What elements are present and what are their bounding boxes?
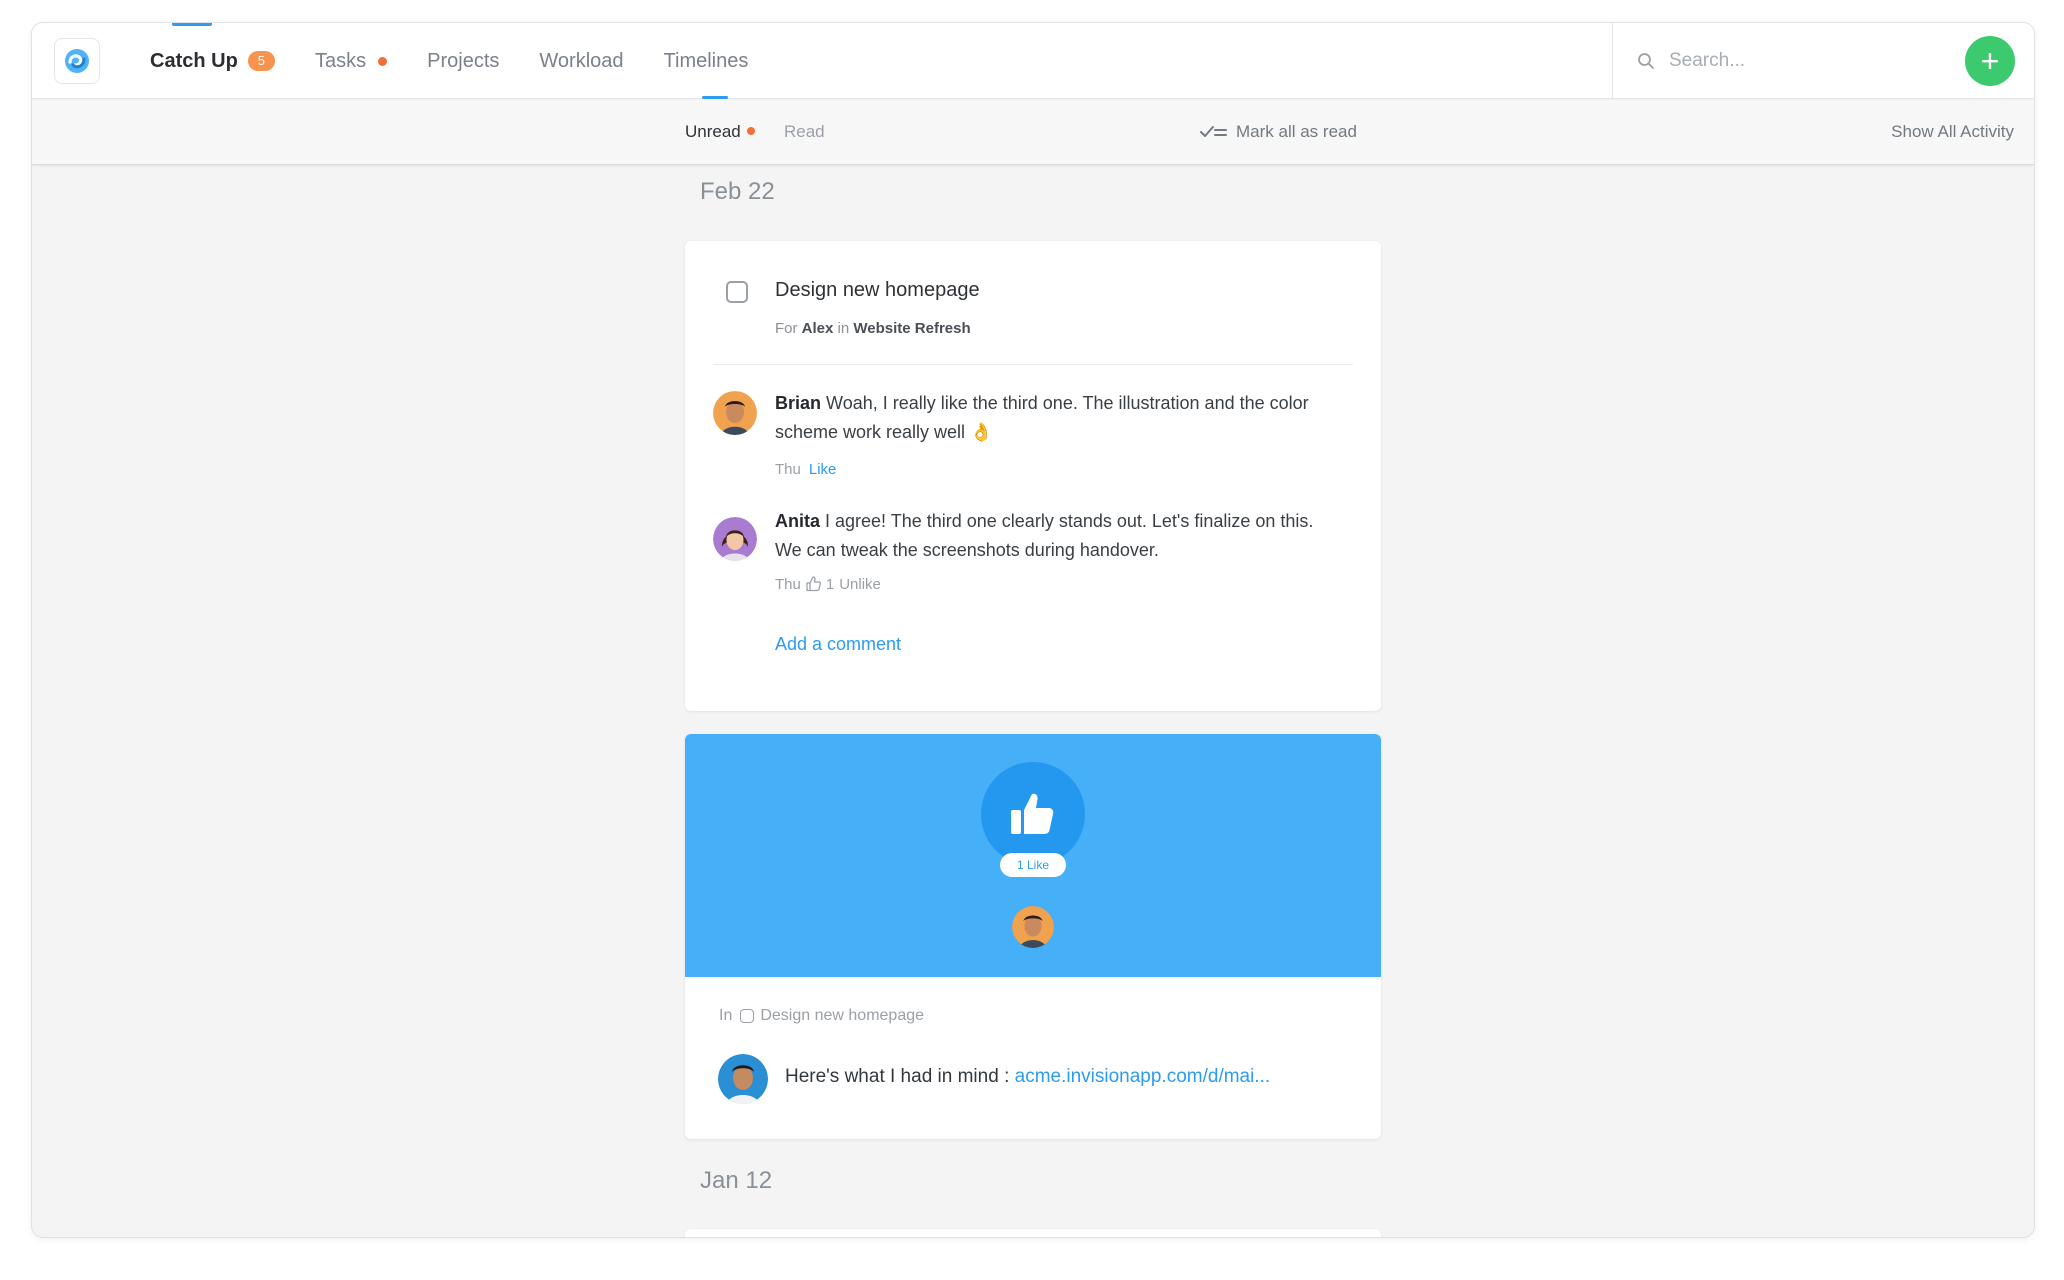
tab-timelines[interactable]: Timelines xyxy=(664,23,749,99)
in-label: In xyxy=(719,1007,733,1024)
tab-tasks-label: Tasks xyxy=(315,49,367,72)
mark-all-read-label: Mark all as read xyxy=(1236,122,1357,141)
user-avatar-icon xyxy=(1012,906,1054,948)
comment-author[interactable]: Brian xyxy=(775,393,821,413)
like-count-pill: 1 Like xyxy=(1000,853,1066,877)
filter-unread-label: Unread xyxy=(685,122,741,141)
tasks-notification-dot xyxy=(378,56,388,66)
add-comment-link[interactable]: Add a comment xyxy=(775,634,901,655)
plus-icon: + xyxy=(1980,43,2000,79)
like-button[interactable]: Like xyxy=(809,461,837,478)
app-window: Catch Up 5 Tasks Projects Workload Timel… xyxy=(31,22,2035,1238)
comment-body: I agree! The third one clearly stands ou… xyxy=(775,511,1314,560)
comment-day: Thu xyxy=(775,575,801,593)
like-count: 1 xyxy=(825,575,835,593)
task-project[interactable]: Website Refresh xyxy=(853,320,970,337)
comment-text: Anita I agree! The third one clearly sta… xyxy=(775,507,1345,565)
next-activity-card xyxy=(685,1229,1381,1237)
message-text: Here's what I had in mind : acme.invisio… xyxy=(785,1066,1270,1088)
context-task-link[interactable]: Design new homepage xyxy=(760,1007,924,1025)
tab-timelines-label: Timelines xyxy=(663,49,749,72)
tab-catch-up-label: Catch Up xyxy=(150,49,238,72)
for-prefix: For xyxy=(775,320,798,337)
task-checkbox[interactable] xyxy=(726,281,748,303)
active-subtab-indicator xyxy=(702,96,728,99)
like-activity-card: 1 Like In Design new homepage Here's wha… xyxy=(685,734,1381,1139)
invision-link[interactable]: acme.invisionapp.com/d/mai... xyxy=(1015,1066,1271,1087)
task-context: In Design new homepage xyxy=(719,1007,924,1025)
task-assignee[interactable]: Alex xyxy=(802,320,834,337)
main-nav: Catch Up 5 Tasks Projects Workload Timel… xyxy=(150,23,788,99)
divider xyxy=(713,364,1353,365)
tab-catch-up[interactable]: Catch Up 5 xyxy=(150,23,276,99)
comment-meta: Thu 1 Unlike xyxy=(775,575,881,593)
search-icon xyxy=(1638,53,1654,69)
show-all-activity-link[interactable]: Show All Activity xyxy=(1891,122,2014,142)
search-input[interactable] xyxy=(1669,45,1929,77)
filter-unread[interactable]: Unread xyxy=(685,122,755,142)
unread-dot xyxy=(746,127,755,135)
avatar[interactable] xyxy=(713,517,757,561)
mark-all-read-button[interactable]: Mark all as read xyxy=(1200,122,1357,142)
search-area: + xyxy=(1612,23,2034,99)
user-avatar-icon xyxy=(713,517,757,561)
in-word: in xyxy=(837,320,850,337)
avatar[interactable] xyxy=(1010,904,1056,950)
app-logo[interactable] xyxy=(54,38,100,84)
tab-projects[interactable]: Projects xyxy=(427,23,499,99)
checkbox-icon xyxy=(740,1009,755,1023)
logo-icon xyxy=(65,49,89,73)
unread-count-badge: 5 xyxy=(247,51,276,71)
task-activity-card: Design new homepage For Alex in Website … xyxy=(685,241,1381,711)
task-meta: For Alex in Website Refresh xyxy=(775,320,971,337)
comment-body: Woah, I really like the third one. The i… xyxy=(775,393,1309,442)
avatar[interactable] xyxy=(713,391,757,435)
unlike-button[interactable]: Unlike xyxy=(839,576,881,593)
top-navigation: Catch Up 5 Tasks Projects Workload Timel… xyxy=(32,23,2034,99)
check-list-icon xyxy=(1200,126,1227,137)
thumbs-up-outline-icon xyxy=(806,576,821,592)
avatar[interactable] xyxy=(718,1054,768,1104)
comment-text: Brian Woah, I really like the third one.… xyxy=(775,389,1345,447)
comment-day: Thu xyxy=(775,461,801,478)
comment-meta: Thu Like xyxy=(775,461,836,478)
filter-read[interactable]: Read xyxy=(784,122,825,142)
date-heading: Jan 12 xyxy=(700,1167,773,1194)
like-banner: 1 Like xyxy=(685,734,1381,977)
tab-workload[interactable]: Workload xyxy=(539,23,623,99)
tab-workload-label: Workload xyxy=(539,49,624,72)
thumbs-up-icon xyxy=(1011,793,1054,834)
task-title[interactable]: Design new homepage xyxy=(775,279,980,302)
user-avatar-icon xyxy=(713,391,757,435)
tab-tasks[interactable]: Tasks xyxy=(315,23,388,99)
message-body: Here's what I had in mind : xyxy=(785,1066,1015,1087)
add-button[interactable]: + xyxy=(1965,36,2015,86)
filter-bar: Unread Read Mark all as read Show All Ac… xyxy=(32,100,2034,165)
tab-projects-label: Projects xyxy=(427,49,500,72)
like-circle xyxy=(981,762,1085,866)
date-heading: Feb 22 xyxy=(700,178,775,205)
comment-author[interactable]: Anita xyxy=(775,511,820,531)
user-avatar-icon xyxy=(718,1054,768,1104)
